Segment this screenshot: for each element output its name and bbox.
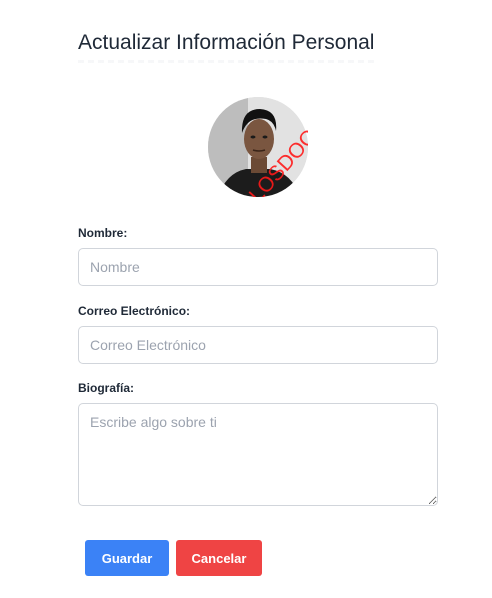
bio-label: Biografía: [78, 381, 135, 395]
page-title: Actualizar Información Personal [78, 31, 375, 54]
name-input[interactable] [78, 248, 438, 286]
title-divider [78, 60, 378, 63]
save-button[interactable]: Guardar [85, 540, 169, 576]
avatar[interactable] [208, 97, 308, 197]
cancel-button[interactable]: Cancelar [176, 540, 262, 576]
name-label: Nombre: [78, 226, 128, 240]
email-input[interactable] [78, 326, 438, 364]
profile-photo-icon [208, 97, 308, 197]
email-label: Correo Electrónico: [78, 304, 191, 318]
update-profile-page: Actualizar Información Personal LOSDOOR … [0, 0, 492, 598]
bio-textarea[interactable] [78, 403, 438, 506]
